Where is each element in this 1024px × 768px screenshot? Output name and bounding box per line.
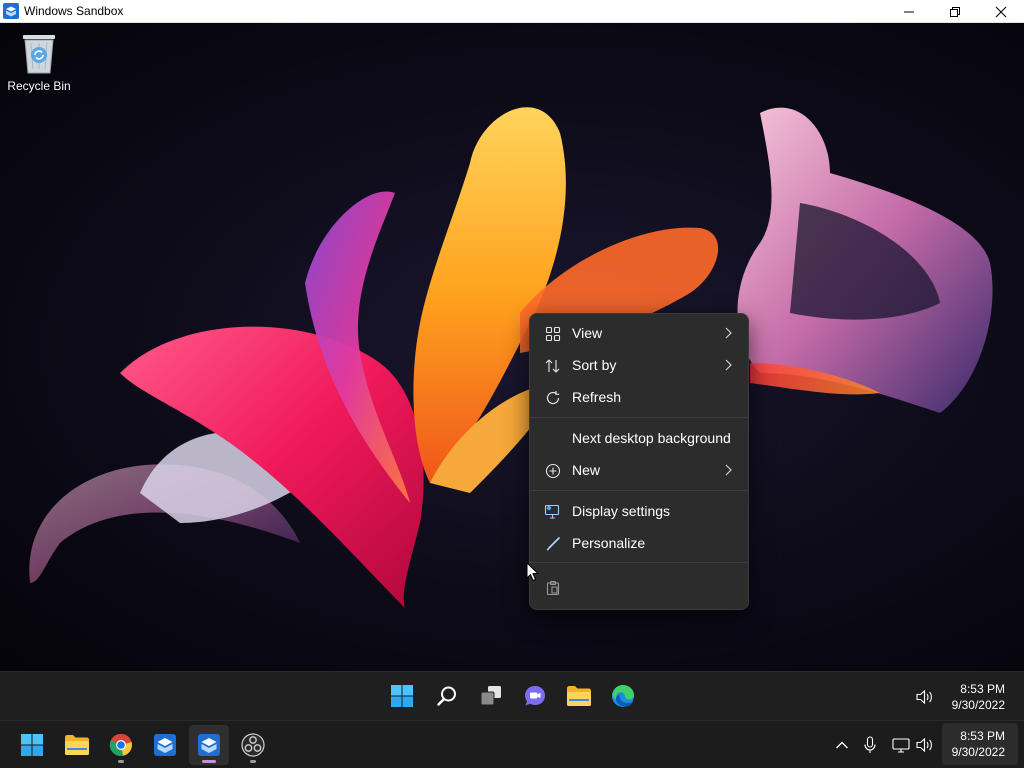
- obs-icon: [241, 733, 265, 757]
- new-plus-icon: [544, 462, 561, 479]
- start-icon: [391, 685, 413, 707]
- mouse-pointer-icon: [526, 562, 540, 582]
- menu-separator: [530, 417, 748, 418]
- menu-item-label: Next desktop background: [572, 430, 731, 446]
- menu-item-label: Refresh: [572, 389, 622, 405]
- start-icon: [21, 734, 43, 756]
- refresh-icon: [544, 389, 561, 406]
- recycle-bin-icon: [23, 35, 55, 74]
- chevron-right-icon: [725, 359, 732, 371]
- microphone-icon: [864, 736, 876, 753]
- window-title: Windows Sandbox: [24, 4, 124, 18]
- sandbox-file-explorer-button[interactable]: [559, 676, 599, 716]
- close-button[interactable]: [978, 0, 1024, 23]
- host-windows-sandbox-active-button[interactable]: [189, 725, 229, 765]
- desktop-icon-recycle-bin[interactable]: Recycle Bin: [6, 31, 72, 93]
- sandbox-clock[interactable]: 8:53 PM 9/30/2022: [925, 681, 1005, 713]
- sandbox-search-button[interactable]: [427, 676, 467, 716]
- desktop[interactable]: Recycle Bin View Sort by Refresh Next de…: [0, 23, 1024, 671]
- wallpaper-bloom: [29, 107, 993, 608]
- desktop-icon-label: Recycle Bin: [7, 79, 71, 93]
- menu-item-next-desktop-background[interactable]: Next desktop background: [534, 423, 744, 453]
- chevron-right-icon: [725, 464, 732, 476]
- display-settings-icon: [544, 503, 561, 520]
- menu-item-label: Sort by: [572, 357, 617, 373]
- menu-item-sort-by[interactable]: Sort by: [534, 350, 744, 380]
- paste-button[interactable]: [534, 572, 574, 602]
- clock-time: 8:53 PM: [960, 682, 1005, 696]
- paste-icon: [544, 579, 561, 596]
- menu-item-refresh[interactable]: Refresh: [534, 382, 744, 412]
- menu-item-label: New: [572, 462, 601, 478]
- personalize-brush-icon: [544, 535, 561, 552]
- close-icon: [995, 6, 1007, 17]
- show-hidden-icons-button[interactable]: [832, 734, 852, 756]
- host-obs-button[interactable]: [233, 725, 273, 765]
- sandbox-task-view-button[interactable]: [471, 676, 511, 716]
- running-indicator: [118, 760, 124, 763]
- sandbox-taskbar: 8:53 PM 9/30/2022: [0, 671, 1024, 720]
- chrome-icon: [109, 733, 132, 757]
- menu-item-label: Personalize: [572, 535, 646, 551]
- menu-item-label: View: [572, 325, 603, 341]
- windows-sandbox-active-icon: [198, 734, 220, 756]
- network-icon: [892, 738, 910, 753]
- network-button[interactable]: [890, 734, 912, 756]
- chevron-up-icon: [836, 741, 848, 749]
- windows-sandbox-icon: [154, 734, 176, 756]
- windows-sandbox-icon: [3, 3, 19, 19]
- menu-separator: [530, 562, 748, 563]
- sort-icon: [544, 357, 561, 374]
- restore-icon: [950, 6, 960, 17]
- host-start-button[interactable]: [12, 725, 52, 765]
- menu-separator: [530, 490, 748, 491]
- window-titlebar[interactable]: Windows Sandbox: [0, 0, 1024, 23]
- edge-icon: [612, 685, 634, 707]
- host-file-explorer-button[interactable]: [57, 725, 97, 765]
- microphone-button[interactable]: [860, 734, 880, 756]
- menu-item-label: Display settings: [572, 503, 671, 519]
- search-icon: [437, 686, 456, 706]
- minimize-button[interactable]: [886, 0, 932, 23]
- view-grid-icon: [544, 325, 561, 342]
- menu-item-personalize[interactable]: Personalize: [534, 528, 744, 558]
- menu-item-new[interactable]: New: [534, 455, 744, 485]
- restore-button[interactable]: [932, 0, 978, 23]
- running-indicator: [250, 760, 256, 763]
- sandbox-start-button[interactable]: [382, 676, 422, 716]
- chevron-right-icon: [725, 327, 732, 339]
- host-clock: 8:53 PM 9/30/2022: [925, 728, 1005, 760]
- file-explorer-icon: [567, 686, 591, 706]
- active-indicator: [202, 760, 216, 763]
- desktop-context-menu: View Sort by Refresh Next desktop backgr…: [529, 313, 749, 610]
- host-taskbar: [0, 720, 1024, 768]
- clock-date: 9/30/2022: [951, 745, 1005, 759]
- minimize-icon: [904, 11, 914, 12]
- clock-date: 9/30/2022: [951, 698, 1005, 712]
- menu-item-view[interactable]: View: [534, 318, 744, 348]
- menu-item-display-settings[interactable]: Display settings: [534, 496, 744, 526]
- clock-time: 8:53 PM: [960, 729, 1005, 743]
- sandbox-edge-button[interactable]: [603, 676, 643, 716]
- task-view-icon: [480, 686, 501, 706]
- file-explorer-icon: [65, 735, 89, 755]
- host-chrome-button[interactable]: [101, 725, 141, 765]
- sandbox-chat-button[interactable]: [515, 676, 555, 716]
- chat-icon: [525, 686, 545, 706]
- host-windows-sandbox-button[interactable]: [145, 725, 185, 765]
